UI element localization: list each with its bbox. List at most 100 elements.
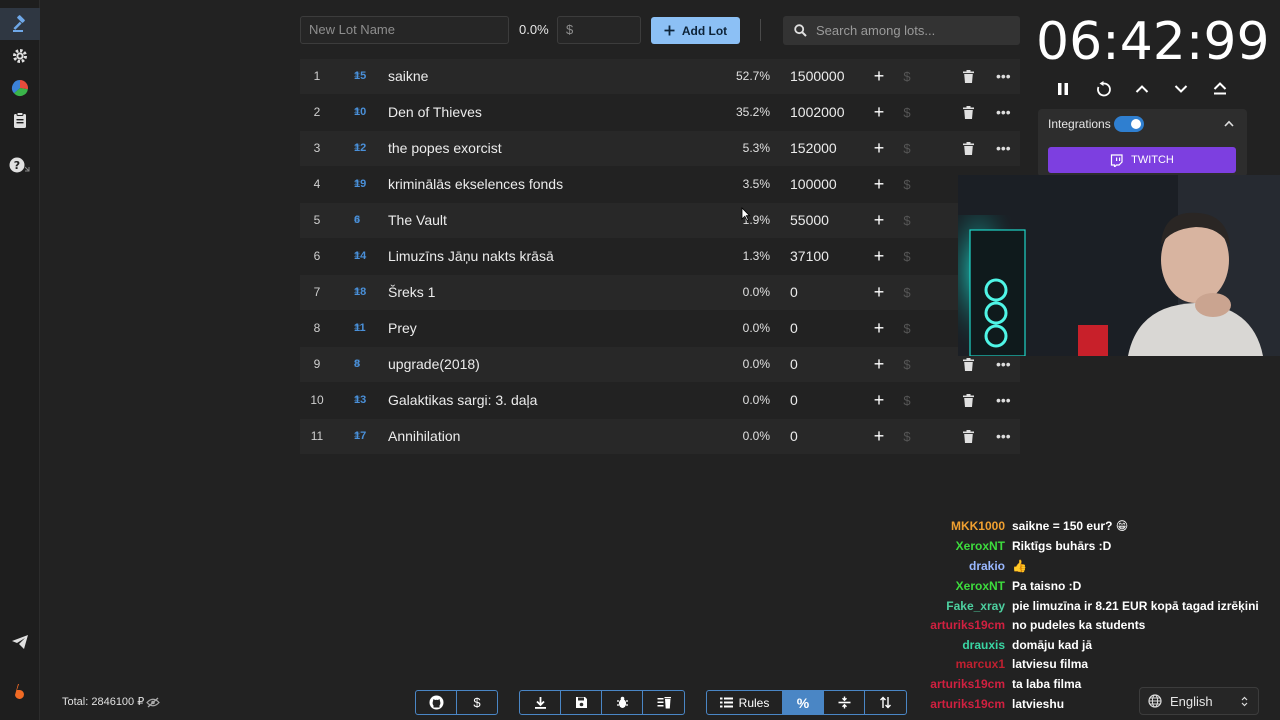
lot-index: 10	[310, 393, 324, 407]
dollar-icon[interactable]: $	[900, 311, 914, 346]
chat-username: arturiks19cm	[930, 697, 1005, 711]
chevron-up-icon[interactable]	[1224, 120, 1234, 127]
lot-name[interactable]: Galaktikas sargi: 3. daļa	[388, 383, 537, 418]
lot-amount[interactable]: 0	[790, 347, 798, 382]
add-amount-button[interactable]: +	[872, 347, 886, 382]
lot-name[interactable]: Šreks 1	[388, 275, 435, 310]
more-options-icon[interactable]: •••	[996, 383, 1011, 418]
settings-nav-button[interactable]	[0, 40, 40, 72]
new-lot-name-input[interactable]: New Lot Name	[300, 16, 509, 44]
boosty-icon	[15, 684, 24, 699]
dollar-icon[interactable]: $	[900, 95, 914, 130]
pause-button[interactable]	[1052, 78, 1074, 100]
dollar-icon[interactable]: $	[900, 59, 914, 94]
trash-icon[interactable]	[963, 59, 977, 96]
more-options-icon[interactable]: •••	[996, 59, 1011, 94]
donate-button[interactable]: $	[457, 691, 497, 714]
add-amount-button[interactable]: +	[872, 203, 886, 238]
save-button[interactable]	[561, 691, 602, 714]
add-amount-button[interactable]: +	[872, 419, 886, 454]
dollar-icon[interactable]: $	[900, 419, 914, 454]
percent-toggle-button[interactable]: %	[783, 691, 824, 714]
lot-name[interactable]: Limuzīns Jāņu nakts krāsā	[388, 239, 554, 274]
language-select[interactable]: English	[1139, 687, 1259, 715]
double-time-button[interactable]	[1209, 78, 1231, 100]
twitch-button[interactable]: TWITCH	[1048, 147, 1236, 173]
trash-icon[interactable]	[963, 95, 977, 132]
boosty-nav-button[interactable]	[0, 676, 40, 708]
add-amount-button[interactable]: +	[872, 383, 886, 418]
eye-slash-icon[interactable]	[146, 697, 160, 708]
wheel-nav-button[interactable]	[0, 72, 40, 104]
add-amount-button[interactable]: +	[872, 239, 886, 274]
dollar-icon[interactable]: $	[900, 275, 914, 310]
lot-name[interactable]: Den of Thieves	[388, 95, 482, 130]
trash-icon[interactable]	[963, 131, 977, 168]
add-lot-button[interactable]: Add Lot	[651, 17, 740, 44]
subtract-time-button[interactable]	[1170, 78, 1192, 100]
add-amount-button[interactable]: +	[872, 311, 886, 346]
debug-button[interactable]	[602, 691, 643, 714]
search-icon	[794, 24, 807, 37]
lot-amount[interactable]: 0	[790, 383, 798, 418]
lot-name[interactable]: kriminālās ekselences fonds	[388, 167, 563, 202]
lot-index: 5	[313, 213, 321, 227]
download-button[interactable]	[520, 691, 561, 714]
lot-amount[interactable]: 1002000	[790, 95, 845, 130]
twitch-icon	[1111, 153, 1123, 167]
dollar-icon[interactable]: $	[900, 167, 914, 202]
dollar-icon[interactable]: $	[900, 131, 914, 166]
sort-button[interactable]	[865, 691, 906, 714]
add-amount-button[interactable]: +	[872, 167, 886, 202]
help-nav-button[interactable]: ?	[0, 150, 40, 182]
auction-nav-button[interactable]	[0, 8, 40, 40]
more-options-icon[interactable]: •••	[996, 419, 1011, 454]
rules-button[interactable]: Rules	[707, 691, 783, 714]
lot-amount[interactable]: 0	[790, 275, 798, 310]
lot-amount[interactable]: 100000	[790, 167, 837, 202]
lot-name[interactable]: Annihilation	[388, 419, 460, 454]
lot-amount[interactable]: 152000	[790, 131, 837, 166]
lot-amount[interactable]: 55000	[790, 203, 829, 238]
trash-icon[interactable]	[963, 419, 977, 456]
lot-name[interactable]: The Vault	[388, 203, 447, 238]
compact-view-button[interactable]	[824, 691, 865, 714]
integrations-toggle[interactable]	[1114, 116, 1144, 132]
bug-icon	[616, 696, 628, 708]
lot-index: 6	[313, 249, 321, 263]
lot-amount[interactable]: 0	[790, 311, 798, 346]
lot-amount[interactable]: 1500000	[790, 59, 845, 94]
lot-amount[interactable]: 0	[790, 419, 798, 454]
dollar-icon[interactable]: $	[900, 347, 914, 382]
dollar-icon[interactable]: $	[900, 383, 914, 418]
lot-index: 9	[313, 357, 321, 371]
add-amount-button[interactable]: +	[872, 275, 886, 310]
search-input[interactable]: Search among lots...	[783, 16, 1020, 45]
lot-name[interactable]: the popes exorcist	[388, 131, 502, 166]
lot-name[interactable]: saikne	[388, 59, 428, 94]
add-amount-button[interactable]: +	[872, 95, 886, 130]
lot-amount[interactable]: 37100	[790, 239, 829, 274]
add-amount-button[interactable]: +	[872, 59, 886, 94]
lot-name[interactable]: Prey	[388, 311, 417, 346]
reset-timer-button[interactable]	[1092, 78, 1114, 100]
history-nav-button[interactable]	[0, 104, 40, 136]
lot-percent: 1.3%	[742, 249, 770, 263]
new-lot-amount-input[interactable]: $	[557, 16, 641, 44]
dollar-icon[interactable]: $	[900, 203, 914, 238]
webcam-feed	[958, 175, 1280, 356]
add-amount-button[interactable]: +	[872, 131, 886, 166]
clear-list-icon	[657, 697, 671, 709]
telegram-nav-button[interactable]	[0, 626, 40, 658]
more-options-icon[interactable]: •••	[996, 131, 1011, 166]
toolbar-divider	[760, 19, 761, 41]
add-time-button[interactable]	[1131, 78, 1153, 100]
dollar-icon[interactable]: $	[900, 239, 914, 274]
github-button[interactable]	[416, 691, 457, 714]
lot-id-number: 19	[354, 178, 367, 190]
clear-lots-button[interactable]	[643, 691, 684, 714]
lot-name[interactable]: upgrade(2018)	[388, 347, 480, 382]
more-options-icon[interactable]: •••	[996, 95, 1011, 130]
rules-label: Rules	[738, 695, 770, 710]
trash-icon[interactable]	[963, 383, 977, 420]
